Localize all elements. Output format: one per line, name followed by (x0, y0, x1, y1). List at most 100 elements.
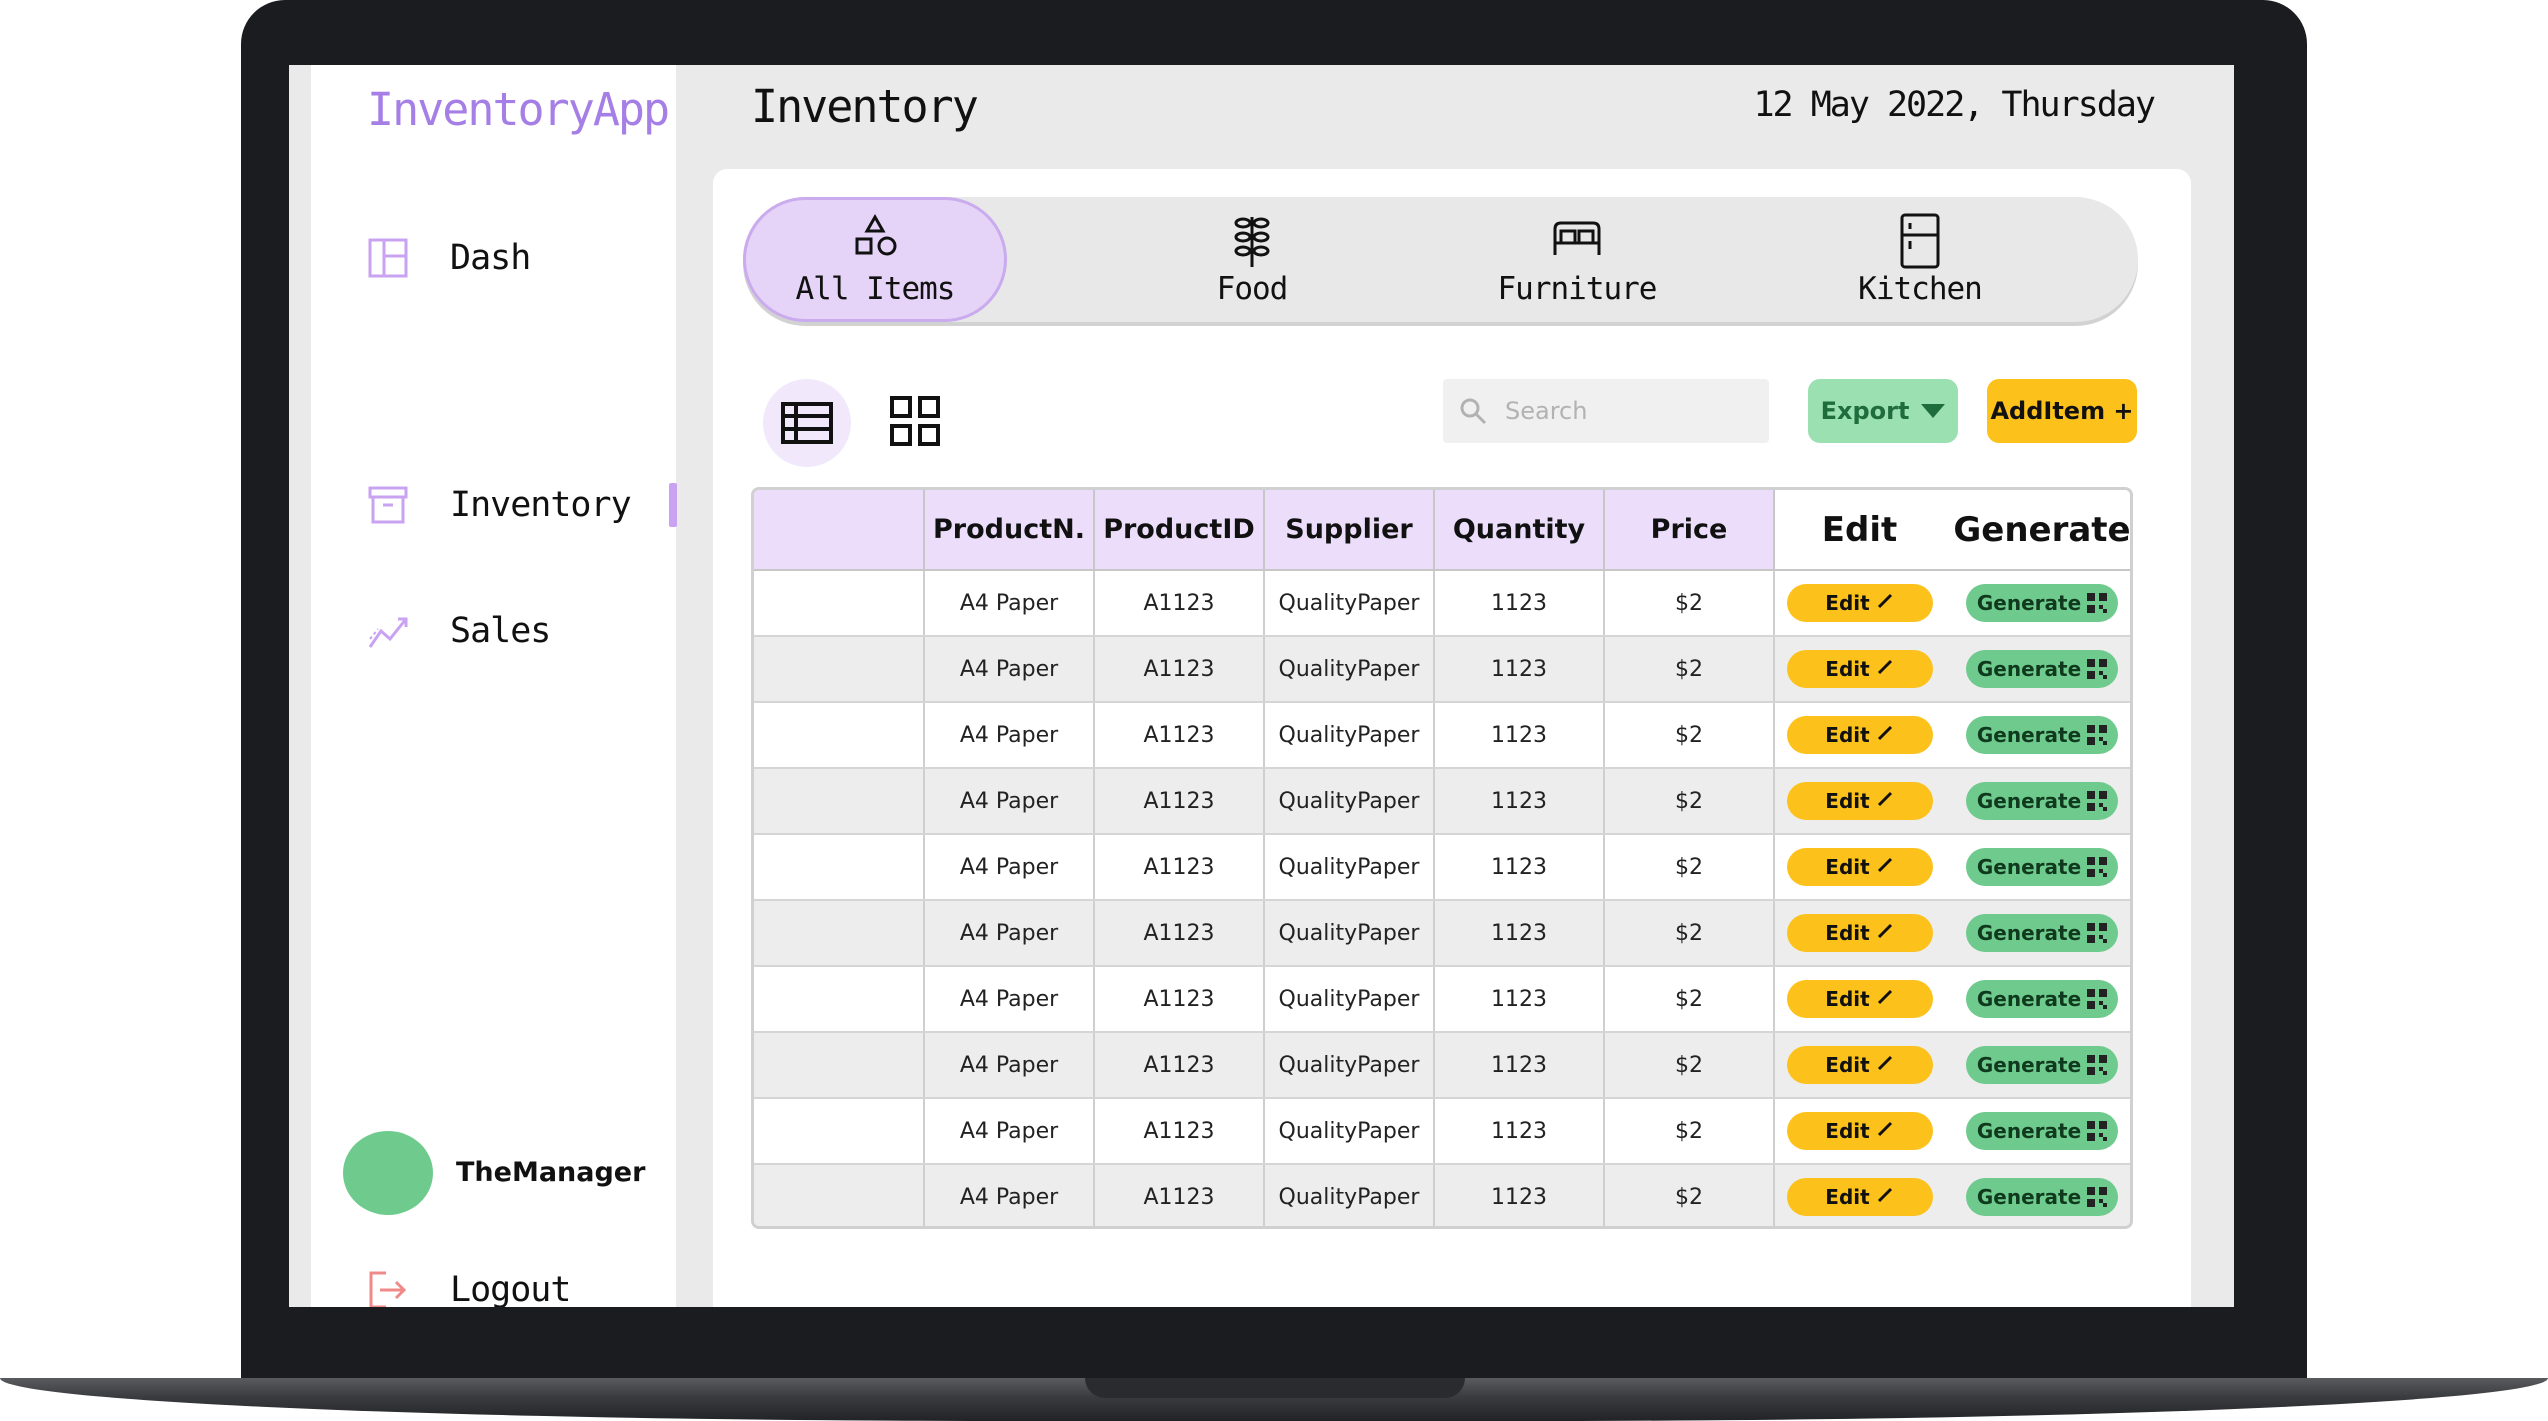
edit-button[interactable]: Edit (1786, 584, 1933, 622)
generate-qr-button[interactable]: Generate (1966, 584, 2118, 622)
edit-label: Edit (1825, 855, 1870, 879)
cell-supplier: QualityPaper (1264, 1164, 1435, 1226)
export-label: Export (1820, 397, 1910, 425)
sidebar-item-inventory[interactable]: Inventory (366, 475, 666, 535)
edit-button[interactable]: Edit (1786, 848, 1933, 886)
table-row: A4 Paper A1123 QualityPaper 1123 $2 Edit Gener… (754, 1164, 2130, 1226)
app-screen: InventoryApp Dash Inventory Sales TheMan… (289, 65, 2234, 1307)
generate-qr-button[interactable]: Generate (1966, 782, 2118, 820)
table-row: A4 Paper A1123 QualityPaper 1123 $2 Edit Gener… (754, 1032, 2130, 1099)
generate-qr-button[interactable]: Generate (1966, 650, 2118, 688)
cell-quantity: 1123 (1434, 570, 1605, 637)
cell-price: $2 (1604, 834, 1775, 901)
generate-qr-button[interactable]: Generate (1966, 716, 2118, 754)
cell-edit: Edit (1774, 702, 1944, 769)
cell-product-name: A4 Paper (924, 702, 1095, 769)
search-box[interactable] (1443, 379, 1769, 443)
qr-code-icon (2087, 989, 2108, 1009)
logout-icon (369, 1271, 407, 1307)
table-row: A4 Paper A1123 QualityPaper 1123 $2 Edit Gener… (754, 834, 2130, 901)
edit-button[interactable]: Edit (1786, 716, 1933, 754)
generate-label: Generate (1976, 987, 2082, 1011)
cell-edit: Edit (1774, 1032, 1944, 1099)
cell-generate: Generate (1944, 834, 2130, 901)
pencil-icon (1876, 591, 1894, 615)
category-all-items[interactable]: All Items (743, 197, 1007, 322)
category-food[interactable]: Food (1120, 197, 1384, 322)
generate-qr-button[interactable]: Generate (1966, 1046, 2118, 1084)
cell-supplier: QualityPaper (1264, 966, 1435, 1033)
generate-label: Generate (1976, 1053, 2082, 1077)
pencil-icon (1876, 987, 1894, 1011)
category-kitchen[interactable]: Kitchen (1788, 197, 2052, 322)
shapes-icon (855, 213, 897, 255)
table-row: A4 Paper A1123 QualityPaper 1123 $2 Edit Gener… (754, 1098, 2130, 1165)
generate-label: Generate (1976, 657, 2082, 681)
cell-generate: Generate (1944, 702, 2130, 769)
archive-box-icon (368, 486, 408, 524)
column-header-price[interactable]: Price (1604, 490, 1775, 571)
cell-edit: Edit (1774, 966, 1944, 1033)
cell-product-name: A4 Paper (924, 1098, 1095, 1165)
cell-blank (754, 834, 925, 901)
category-furniture[interactable]: Furniture (1445, 197, 1709, 322)
column-header-generate: Generate (1944, 490, 2130, 571)
column-header-supplier[interactable]: Supplier (1264, 490, 1435, 571)
edit-button[interactable]: Edit (1786, 914, 1933, 952)
cell-product-name: A4 Paper (924, 1032, 1095, 1099)
cell-supplier: QualityPaper (1264, 636, 1435, 703)
cell-price: $2 (1604, 1098, 1775, 1165)
cell-generate: Generate (1944, 900, 2130, 967)
trend-chart-icon (368, 617, 408, 648)
bed-icon (1553, 221, 1601, 255)
column-header-product-name[interactable]: ProductN. (924, 490, 1095, 571)
generate-qr-button[interactable]: Generate (1966, 980, 2118, 1018)
table-row: A4 Paper A1123 QualityPaper 1123 $2 Edit Gener… (754, 570, 2130, 637)
cell-supplier: QualityPaper (1264, 702, 1435, 769)
main-card: All Items Food Furniture Kitchen Search … (713, 169, 2191, 1307)
cell-edit: Edit (1774, 1098, 1944, 1165)
column-header-quantity[interactable]: Quantity (1434, 490, 1605, 571)
edit-button[interactable]: Edit (1786, 980, 1933, 1018)
sidebar-item-dash[interactable]: Dash (366, 228, 666, 288)
cell-generate: Generate (1944, 1032, 2130, 1099)
category-label: Furniture (1497, 270, 1658, 307)
pencil-icon (1876, 723, 1894, 747)
pencil-icon (1876, 789, 1894, 813)
cell-generate: Generate (1944, 570, 2130, 637)
export-button[interactable]: Export (1808, 379, 1958, 443)
cell-edit: Edit (1774, 768, 1944, 835)
search-input[interactable] (1503, 396, 1757, 426)
generate-label: Generate (1976, 723, 2082, 747)
cell-edit: Edit (1774, 570, 1944, 637)
cell-generate: Generate (1944, 1164, 2130, 1226)
cell-product-id: A1123 (1094, 636, 1265, 703)
qr-code-icon (2087, 791, 2108, 811)
generate-qr-button[interactable]: Generate (1966, 1178, 2118, 1216)
sidebar-item-label: Inventory (450, 485, 632, 525)
edit-label: Edit (1825, 1185, 1870, 1209)
grid-view-toggle[interactable] (883, 389, 947, 453)
generate-qr-button[interactable]: Generate (1966, 1112, 2118, 1150)
caret-down-icon (1921, 404, 1946, 418)
logout-button[interactable]: Logout (366, 1260, 626, 1307)
generate-qr-button[interactable]: Generate (1966, 848, 2118, 886)
qr-code-icon (2087, 1055, 2108, 1075)
list-view-toggle[interactable] (763, 379, 851, 467)
app-logo: InventoryApp (367, 83, 670, 136)
column-header-product-id[interactable]: ProductID (1094, 490, 1265, 571)
sidebar-item-sales[interactable]: Sales (366, 601, 666, 661)
edit-button[interactable]: Edit (1786, 1178, 1933, 1216)
qr-code-icon (2087, 659, 2108, 679)
edit-label: Edit (1825, 723, 1870, 747)
generate-label: Generate (1976, 1185, 2082, 1209)
edit-button[interactable]: Edit (1786, 650, 1933, 688)
cell-blank (754, 1164, 925, 1226)
edit-button[interactable]: Edit (1786, 1046, 1933, 1084)
edit-button[interactable]: Edit (1786, 1112, 1933, 1150)
generate-qr-button[interactable]: Generate (1966, 914, 2118, 952)
table-row: A4 Paper A1123 QualityPaper 1123 $2 Edit Gener… (754, 900, 2130, 967)
avatar[interactable] (343, 1131, 433, 1215)
add-item-button[interactable]: AddItem + (1987, 379, 2137, 443)
edit-button[interactable]: Edit (1786, 782, 1933, 820)
